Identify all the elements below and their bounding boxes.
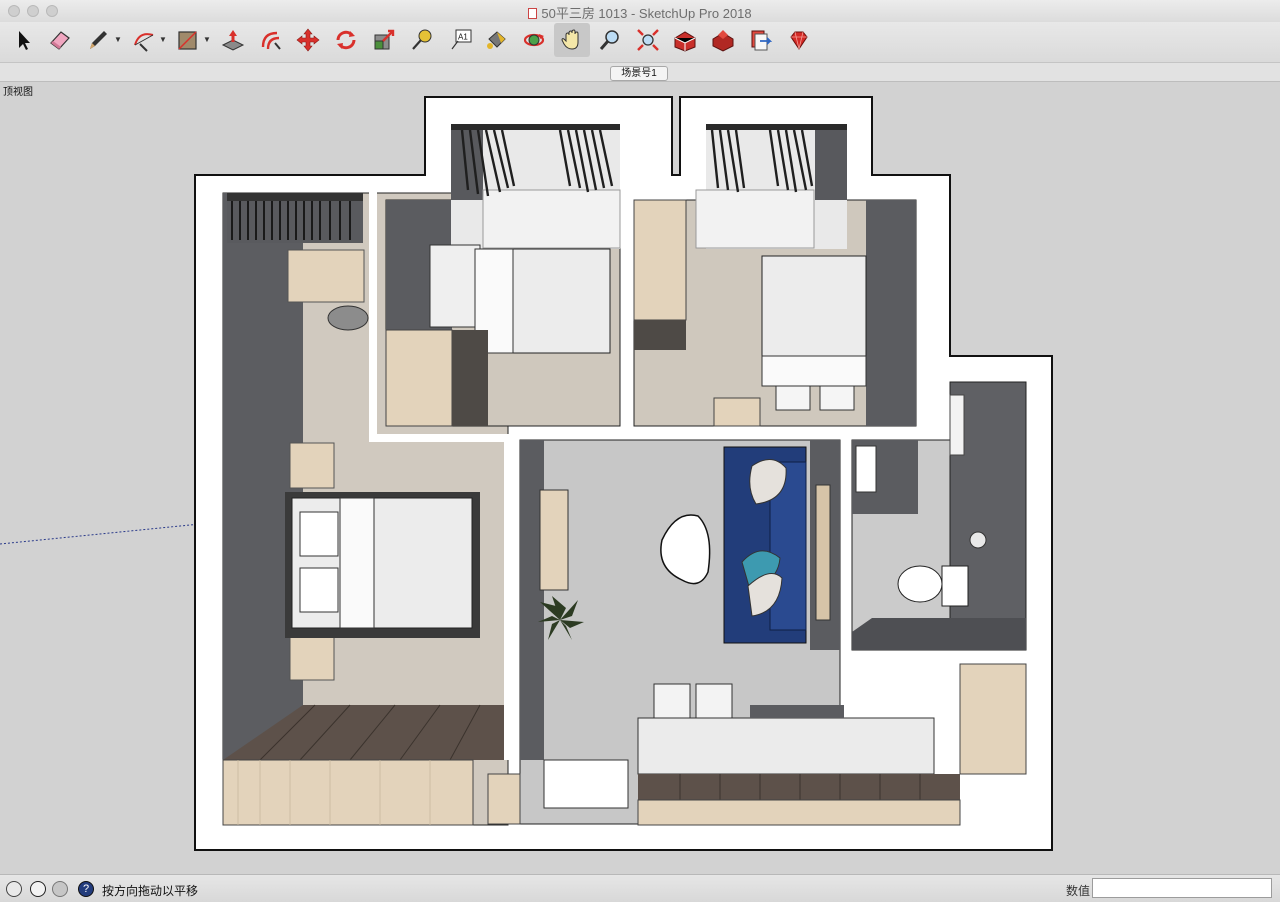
rotate-tool[interactable] bbox=[328, 23, 364, 57]
floor-plan-model[interactable] bbox=[0, 82, 1280, 874]
zoom-extents-tool[interactable] bbox=[630, 23, 666, 57]
extension-warehouse-tool[interactable] bbox=[705, 23, 741, 57]
orbit-tool[interactable] bbox=[516, 23, 552, 57]
status-bar: ? 按方向拖动以平移 数值 bbox=[0, 874, 1280, 902]
close-window-button[interactable] bbox=[8, 5, 20, 17]
paint-bucket-tool[interactable] bbox=[478, 23, 514, 57]
pan-tool[interactable] bbox=[554, 23, 590, 57]
select-tool[interactable] bbox=[5, 23, 41, 57]
tape-measure-tool[interactable] bbox=[404, 23, 440, 57]
status-message: 按方向拖动以平移 bbox=[102, 884, 199, 898]
zoom-tool[interactable] bbox=[592, 23, 628, 57]
title-bar: 50平三房 1013 - SketchUp Pro 2018 bbox=[0, 0, 1280, 22]
move-tool[interactable] bbox=[290, 23, 326, 57]
ruby-console-tool[interactable] bbox=[781, 23, 817, 57]
scene-tab-bar: 场景号1 bbox=[0, 62, 1280, 82]
view-label: 顶视图 bbox=[3, 87, 33, 98]
arc-tool-dropdown-caret[interactable]: ▼ bbox=[159, 35, 167, 44]
extension-warehouse-icon bbox=[712, 30, 734, 52]
window-title: 50平三房 1013 - SketchUp Pro 2018 bbox=[541, 6, 752, 21]
line-tool-dropdown-caret[interactable]: ▼ bbox=[114, 35, 122, 44]
tape-measure-icon bbox=[412, 29, 432, 50]
text-tool-glyph: A1 bbox=[458, 33, 468, 42]
3d-warehouse-icon bbox=[674, 31, 696, 52]
scale-tool[interactable] bbox=[366, 23, 402, 57]
push-pull-icon bbox=[221, 30, 245, 51]
measurements-input[interactable] bbox=[1092, 878, 1272, 898]
send-to-layout-icon bbox=[751, 30, 773, 51]
rectangle-tool-dropdown-caret[interactable]: ▼ bbox=[203, 35, 211, 44]
model-viewport[interactable]: 顶视图 bbox=[0, 82, 1280, 874]
eraser-tool[interactable] bbox=[42, 23, 78, 57]
eraser-icon bbox=[50, 31, 70, 50]
zoom-extents-icon bbox=[637, 29, 659, 51]
user-account-icon[interactable] bbox=[52, 881, 68, 897]
move-arrows-icon bbox=[296, 28, 320, 52]
window-title-wrap: 50平三房 1013 - SketchUp Pro 2018 bbox=[528, 3, 752, 22]
second-bedroom bbox=[385, 124, 621, 427]
help-icon[interactable]: ? bbox=[78, 881, 94, 897]
paint-bucket-icon bbox=[487, 31, 506, 49]
offset-icon bbox=[261, 31, 281, 50]
text-tool[interactable]: A1 bbox=[442, 23, 478, 57]
pencil-icon bbox=[90, 31, 107, 49]
third-bedroom bbox=[633, 124, 917, 427]
credits-icon[interactable] bbox=[30, 881, 46, 897]
geo-location-icon[interactable] bbox=[6, 881, 22, 897]
ruby-gem-icon bbox=[790, 31, 808, 50]
orbit-icon bbox=[523, 33, 545, 47]
main-toolbar: ▼ ▼ ▼ A1 bbox=[0, 22, 1280, 62]
rectangle-tool[interactable] bbox=[170, 23, 206, 57]
scene-tab-1[interactable]: 场景号1 bbox=[610, 66, 668, 81]
arrow-cursor-icon bbox=[19, 31, 30, 50]
rectangle-icon bbox=[178, 31, 197, 50]
push-pull-tool[interactable] bbox=[215, 23, 251, 57]
magnifier-icon bbox=[599, 30, 619, 50]
arc-icon bbox=[134, 33, 154, 52]
warehouse-tool[interactable] bbox=[667, 23, 703, 57]
document-icon bbox=[528, 8, 538, 19]
sketchup-window: 50平三房 1013 - SketchUp Pro 2018 ▼ ▼ ▼ A1 … bbox=[0, 0, 1280, 902]
send-to-layout-tool[interactable] bbox=[743, 23, 779, 57]
green-axis-line bbox=[0, 523, 201, 545]
measurements-label: 数值 bbox=[1066, 884, 1091, 898]
text-label-icon: A1 bbox=[451, 29, 472, 50]
scale-icon bbox=[374, 29, 395, 50]
hand-icon bbox=[561, 29, 579, 50]
line-tool[interactable] bbox=[80, 23, 116, 57]
offset-tool[interactable] bbox=[253, 23, 289, 57]
rotate-icon bbox=[336, 30, 356, 50]
zoom-window-button[interactable] bbox=[46, 5, 58, 17]
arc-tool[interactable] bbox=[126, 23, 162, 57]
minimize-window-button[interactable] bbox=[27, 5, 39, 17]
